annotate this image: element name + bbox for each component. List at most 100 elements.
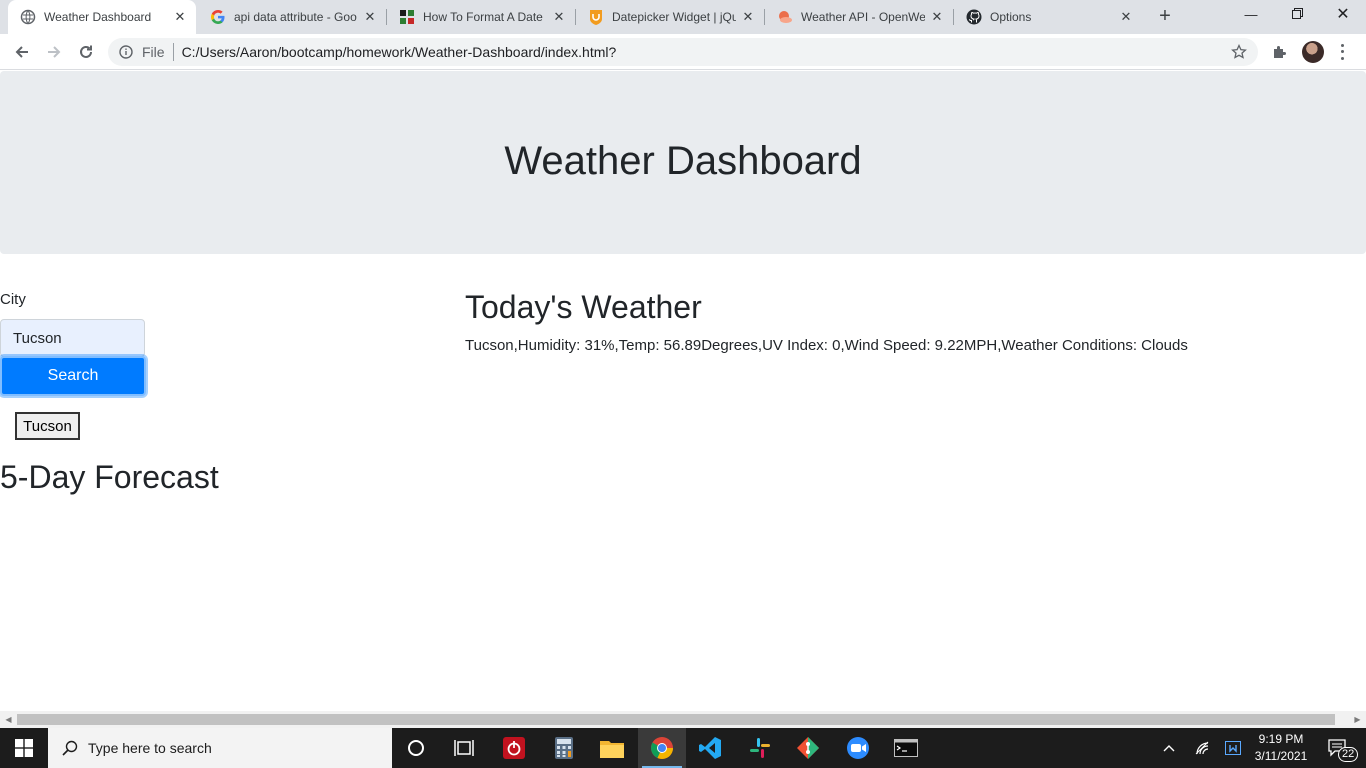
network-button[interactable]: [1192, 728, 1214, 768]
back-button[interactable]: [8, 38, 36, 66]
zoom-button[interactable]: [834, 728, 882, 768]
history-city-button[interactable]: Tucson: [15, 412, 80, 440]
new-tab-button[interactable]: +: [1153, 5, 1177, 29]
scheme-label: File: [142, 44, 165, 60]
power-icon: [503, 737, 525, 759]
tab-github-options[interactable]: Options ✕: [954, 0, 1142, 34]
cortana-icon: [408, 740, 424, 756]
header-jumbotron: Weather Dashboard: [0, 71, 1366, 254]
tab-label: Options: [990, 10, 1032, 24]
tab-label: How To Format A Date: [423, 10, 543, 24]
minimize-button[interactable]: —: [1228, 0, 1274, 30]
info-icon[interactable]: [118, 44, 134, 60]
power-app-button[interactable]: [490, 728, 538, 768]
task-view-button[interactable]: [440, 728, 488, 768]
action-center-button[interactable]: 22: [1320, 728, 1359, 768]
site-icon: [399, 9, 415, 25]
close-icon[interactable]: ✕: [551, 9, 567, 25]
tab-label: Datepicker Widget | jQu: [612, 10, 736, 24]
wifi-icon: [1195, 741, 1209, 755]
slack-icon: [750, 738, 770, 758]
gitkraken-button[interactable]: [784, 728, 832, 768]
tab-datepicker[interactable]: Datepicker Widget | jQu ✕: [576, 0, 764, 34]
forecast-title: 5-Day Forecast: [0, 459, 219, 495]
close-window-button[interactable]: ✕: [1320, 0, 1366, 30]
reload-button[interactable]: [72, 38, 100, 66]
keyboard-icon: [1225, 741, 1241, 755]
page-title: Weather Dashboard: [504, 139, 862, 183]
shield-icon: [588, 9, 604, 25]
folder-icon: [600, 741, 624, 758]
clock-time: 9:19 PM: [1258, 732, 1304, 746]
today-weather-title: Today's Weather: [465, 289, 702, 325]
arrow-left-icon: [15, 46, 28, 58]
page-viewport: Weather Dashboard City Search Tucson 5-D…: [0, 71, 1366, 711]
horizontal-scrollbar[interactable]: ◀ ▶: [0, 711, 1366, 728]
extensions-button[interactable]: [1270, 42, 1290, 62]
scrollbar-thumb[interactable]: [17, 714, 1335, 725]
address-bar[interactable]: File C:/Users/Aaron/bootcamp/homework/We…: [108, 38, 1258, 66]
github-icon: [966, 9, 982, 25]
reload-icon: [80, 45, 92, 58]
notification-badge: 22: [1338, 747, 1359, 762]
globe-icon: [20, 9, 36, 25]
forward-button[interactable]: [40, 38, 68, 66]
clock-date: 3/11/2021: [1254, 749, 1308, 763]
slack-button[interactable]: [736, 728, 784, 768]
browser-menu-button[interactable]: [1336, 42, 1348, 62]
scroll-right-icon[interactable]: ▶: [1349, 711, 1366, 728]
scroll-left-icon[interactable]: ◀: [0, 711, 17, 728]
taskbar-search[interactable]: Type here to search: [48, 728, 392, 768]
search-icon: [62, 740, 78, 756]
browser-tab-strip: Weather Dashboard ✕ api data attribute -…: [0, 0, 1366, 34]
google-icon: [210, 9, 226, 25]
star-icon[interactable]: [1230, 43, 1248, 61]
language-button[interactable]: [1222, 728, 1244, 768]
close-icon[interactable]: ✕: [1118, 9, 1134, 25]
tab-format-date[interactable]: How To Format A Date ✕: [387, 0, 575, 34]
url-text[interactable]: C:/Users/Aaron/bootcamp/homework/Weather…: [182, 44, 1230, 60]
close-icon[interactable]: ✕: [740, 9, 756, 25]
git-icon: [797, 737, 819, 759]
task-view-icon: [454, 740, 474, 756]
tab-google-search[interactable]: api data attribute - Goo ✕: [198, 0, 386, 34]
taskbar-clock[interactable]: 9:19 PM 3/11/2021: [1244, 731, 1318, 765]
tab-label: api data attribute - Goo: [234, 10, 357, 24]
calculator-icon: [555, 737, 573, 759]
restore-icon: [1291, 8, 1303, 19]
city-input[interactable]: [0, 319, 145, 357]
cortana-button[interactable]: [392, 728, 440, 768]
terminal-button[interactable]: [882, 728, 930, 768]
browser-toolbar: File C:/Users/Aaron/bootcamp/homework/We…: [0, 34, 1366, 70]
profile-avatar[interactable]: [1302, 41, 1324, 63]
zoom-icon: [847, 737, 869, 759]
start-button[interactable]: [0, 728, 48, 768]
close-icon[interactable]: ✕: [362, 9, 378, 25]
taskbar-search-placeholder: Type here to search: [88, 740, 212, 756]
taskbar: Type here to search 9:19 PM 3/11/2021 22: [0, 728, 1366, 768]
chevron-up-icon: [1163, 745, 1175, 752]
show-hidden-icons-button[interactable]: [1158, 728, 1180, 768]
close-icon[interactable]: ✕: [929, 9, 945, 25]
today-weather-info: Tucson,Humidity: 31%,Temp: 56.89Degrees,…: [465, 337, 1188, 354]
search-button[interactable]: Search: [0, 356, 146, 396]
puzzle-icon: [1274, 46, 1286, 58]
file-explorer-button[interactable]: [588, 728, 636, 768]
chrome-icon: [651, 737, 673, 759]
vscode-button[interactable]: [686, 728, 734, 768]
city-label: City: [0, 291, 26, 308]
tab-weather-dashboard[interactable]: Weather Dashboard ✕: [8, 0, 196, 34]
tab-label: Weather Dashboard: [44, 10, 152, 24]
calculator-button[interactable]: [540, 728, 588, 768]
tab-openweather[interactable]: Weather API - OpenWe ✕: [765, 0, 953, 34]
restore-button[interactable]: [1274, 0, 1320, 30]
windows-icon: [15, 739, 33, 757]
terminal-icon: [894, 739, 918, 757]
chrome-button[interactable]: [638, 728, 686, 768]
openweather-icon: [777, 9, 793, 25]
close-icon[interactable]: ✕: [172, 9, 188, 25]
arrow-right-icon: [48, 46, 61, 58]
address-divider: [172, 43, 174, 61]
tab-label: Weather API - OpenWe: [801, 10, 925, 24]
vscode-icon: [699, 737, 721, 759]
